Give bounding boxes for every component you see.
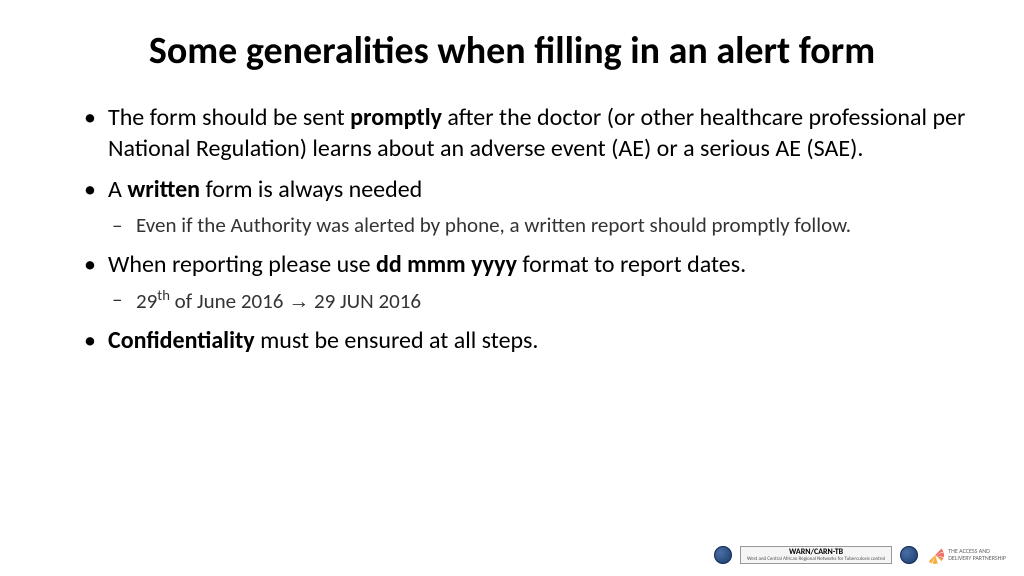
bullet-item: A written form is always needed Even if … <box>80 174 974 238</box>
text: format to report dates. <box>517 250 746 279</box>
text-bold: written <box>127 175 200 204</box>
text: The form should be sent <box>108 103 350 132</box>
adp-logo: THE ACCESS AND DELIVERY PARTNERSHIP <box>926 546 1006 564</box>
text: must be ensured at all steps. <box>255 326 539 355</box>
slide-content: The form should be sent promptly after t… <box>50 102 974 357</box>
sub-bullet-item: 29th of June 2016 → 29 JUN 2016 <box>108 286 974 315</box>
text: 29 JUN 2016 <box>309 288 421 314</box>
text: 29 <box>136 288 157 314</box>
slide-title: Some generalities when filling in an ale… <box>50 28 974 74</box>
logo-subtitle: West and Central African Regional Networ… <box>747 557 885 563</box>
text-line: DELIVERY PARTNERSHIP <box>948 555 1006 562</box>
arrow-icon: → <box>288 290 309 313</box>
slide-container: Some generalities when filling in an ale… <box>0 0 1024 576</box>
footer-logos: WARN/CARN-TB West and Central African Re… <box>714 546 1006 564</box>
burst-icon <box>926 546 944 564</box>
logo-text: THE ACCESS AND DELIVERY PARTNERSHIP <box>948 548 1006 561</box>
text-bold: dd mmm yyyy <box>376 250 517 279</box>
bullet-item: Confidentiality must be ensured at all s… <box>80 325 974 356</box>
text-bold: promptly <box>350 103 442 132</box>
bullet-item: When reporting please use dd mmm yyyy fo… <box>80 249 974 315</box>
sub-bullet-item: Even if the Authority was alerted by pho… <box>108 212 974 239</box>
text-bold: Confidentiality <box>108 326 255 355</box>
bullet-list: The form should be sent promptly after t… <box>80 102 974 357</box>
text: of June 2016 <box>170 288 288 314</box>
bullet-item: The form should be sent promptly after t… <box>80 102 974 164</box>
logo-circle-icon <box>714 546 732 564</box>
text: form is always needed <box>200 175 422 204</box>
sub-bullet-list: 29th of June 2016 → 29 JUN 2016 <box>108 286 974 315</box>
logo-circle-icon <box>900 546 918 564</box>
text: A <box>108 175 127 204</box>
warn-carn-logo: WARN/CARN-TB West and Central African Re… <box>740 546 892 564</box>
text: When reporting please use <box>108 250 376 279</box>
text-superscript: th <box>157 286 170 304</box>
sub-bullet-list: Even if the Authority was alerted by pho… <box>108 212 974 239</box>
